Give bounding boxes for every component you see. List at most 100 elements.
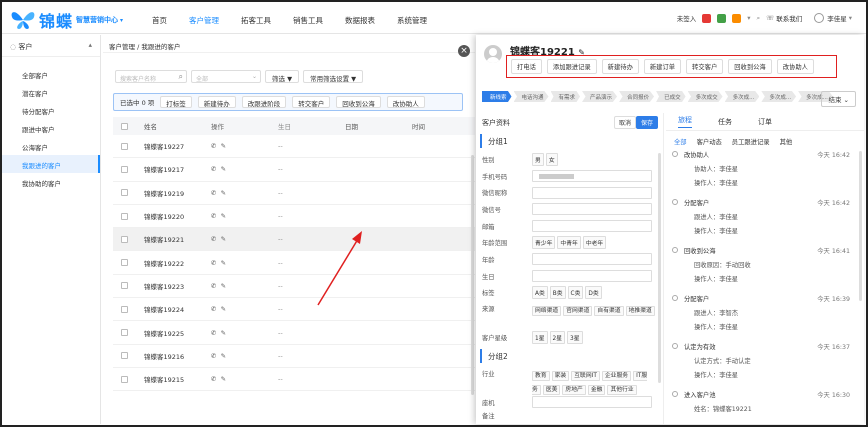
customer-name-cell[interactable]: 锦蝶客19219	[144, 188, 211, 198]
stage-multi-1[interactable]: 多次成交	[687, 91, 723, 102]
edit-note-icon[interactable]: ✎	[221, 259, 226, 267]
table-row[interactable]: 锦蝶客19227 ✆ ✎ --	[113, 135, 475, 159]
industry-education[interactable]: 教育	[532, 370, 550, 381]
sidebar-item-potential[interactable]: 潜在客户	[2, 83, 100, 101]
industry-home[interactable]: 家装	[551, 370, 570, 381]
customer-name-cell[interactable]: 锦蝶客19216	[144, 351, 211, 361]
sidebar-item-my-assisting[interactable]: 我协助的客户	[2, 173, 100, 191]
user-dropdown-icon[interactable]: ▾	[849, 14, 852, 22]
row-checkbox[interactable]	[121, 352, 128, 360]
nav-customer-mgmt[interactable]: 客户管理	[189, 15, 219, 26]
app-icon-orange[interactable]	[732, 13, 742, 23]
nav-reports[interactable]: 数据报表	[345, 15, 375, 26]
search-icon[interactable]: ⌕	[756, 14, 760, 23]
source-ground[interactable]: 地推渠道	[625, 306, 655, 317]
save-button[interactable]: 保存	[636, 116, 659, 129]
stage-quote[interactable]: 合同报价	[619, 91, 655, 102]
stage-multi-3[interactable]: 多次成...	[761, 91, 797, 102]
phone-icon[interactable]: ✆	[211, 235, 216, 243]
email-input[interactable]	[532, 220, 652, 233]
edit-note-icon[interactable]: ✎	[221, 235, 226, 243]
search-input[interactable]: 搜索客户名称 ⌕	[115, 70, 187, 83]
cancel-button[interactable]: 取消	[614, 116, 637, 129]
industry-enterprise[interactable]: 企业服务	[601, 370, 632, 381]
edit-note-icon[interactable]: ✎	[221, 352, 226, 360]
sidebar-item-to-assign[interactable]: 待分配客户	[2, 101, 100, 119]
recycle-to-pool-button[interactable]: 回收到公海	[728, 59, 772, 74]
landline-input[interactable]	[532, 396, 652, 409]
nav-sales-tools[interactable]: 销售工具	[293, 15, 323, 26]
phone-icon[interactable]: ✆	[211, 212, 216, 220]
sidebar-item-following[interactable]: 跟进中客户	[2, 119, 100, 137]
subtab-all[interactable]: 全部	[674, 137, 687, 146]
wechat-nick-input[interactable]	[532, 186, 652, 199]
row-checkbox[interactable]	[121, 305, 128, 313]
row-checkbox[interactable]	[121, 235, 128, 243]
gender-female[interactable]: 女	[545, 152, 558, 166]
industry-internet[interactable]: 互联网IT	[571, 370, 600, 381]
close-icon[interactable]: ×	[458, 45, 470, 57]
col-time[interactable]: 时间	[412, 121, 462, 131]
col-date[interactable]: 日期	[345, 121, 412, 131]
star-1[interactable]: 1星	[532, 331, 548, 345]
contact-us-link[interactable]: 联系我们	[776, 13, 802, 23]
end-stage-button[interactable]: 结束 ⌄	[821, 91, 856, 107]
tab-tasks[interactable]: 任务	[718, 117, 732, 127]
bulk-recycle-button[interactable]: 回收到公海	[336, 96, 381, 108]
table-row[interactable]: 锦蝶客19225 ✆ ✎ --	[113, 321, 475, 345]
sidebar-item-my-following[interactable]: 我跟进的客户	[2, 155, 100, 173]
row-checkbox[interactable]	[121, 165, 128, 173]
star-2[interactable]: 2星	[549, 331, 565, 345]
source-network[interactable]: 网络渠道	[532, 306, 562, 317]
industry-finance[interactable]: 金融	[587, 384, 606, 395]
age-middle[interactable]: 中青年	[557, 236, 581, 250]
customer-name-cell[interactable]: 锦蝶客19217	[144, 164, 211, 174]
bulk-new-todo-button[interactable]: 新建待办	[197, 96, 236, 108]
bulk-tag-button[interactable]: 打标签	[160, 96, 192, 108]
phone-icon[interactable]: ✆	[211, 142, 216, 150]
row-checkbox[interactable]	[121, 142, 128, 150]
table-row[interactable]: 锦蝶客19217 ✆ ✎ --	[113, 158, 475, 182]
customer-name-cell[interactable]: 锦蝶客19220	[144, 211, 211, 221]
subtab-customer-activity[interactable]: 客户动态	[697, 137, 722, 146]
phone-icon[interactable]: ✆	[211, 352, 216, 360]
tag-a[interactable]: A类	[532, 286, 548, 300]
stage-multi-2[interactable]: 多次成...	[724, 91, 760, 102]
nav-home[interactable]: 首页	[152, 15, 167, 26]
star-3[interactable]: 3星	[567, 331, 583, 345]
industry-realestate[interactable]: 房地产	[562, 384, 586, 395]
wechat-id-input[interactable]	[532, 203, 652, 216]
form-scrollbar[interactable]	[658, 153, 661, 383]
subtab-other[interactable]: 其他	[780, 137, 793, 146]
phone-icon[interactable]: ✆	[211, 329, 216, 337]
row-checkbox[interactable]	[121, 375, 128, 383]
logo-dropdown-icon[interactable]: ▾	[120, 17, 123, 24]
app-logo[interactable]: 锦蝶 智慧营销中心 ▾	[10, 8, 123, 32]
new-todo-button[interactable]: 新建待办	[601, 59, 639, 74]
edit-note-icon[interactable]: ✎	[221, 305, 226, 313]
sidebar-item-public-pool[interactable]: 公海客户	[2, 137, 100, 155]
stage-need[interactable]: 有需求	[550, 91, 581, 102]
bulk-change-assistant-button[interactable]: 改协助人	[386, 96, 425, 108]
stage-closed[interactable]: 已成交	[656, 91, 686, 102]
table-row[interactable]: 锦蝶客19215 ✆ ✎ --	[113, 368, 475, 392]
table-row[interactable]: 锦蝶客19224 ✆ ✎ --	[113, 298, 475, 322]
customer-name-cell[interactable]: 锦蝶客19227	[144, 141, 211, 151]
list-scrollbar[interactable]	[471, 155, 474, 395]
stage-phone[interactable]: 电话沟通	[513, 91, 549, 102]
tag-c[interactable]: C类	[567, 286, 584, 300]
stage-demo[interactable]: 产品演示	[582, 91, 618, 102]
checkin-status[interactable]: 未签入	[677, 13, 697, 23]
search-icon[interactable]: ⌕	[179, 72, 183, 82]
table-row[interactable]: 锦蝶客19223 ✆ ✎ --	[113, 275, 475, 299]
new-order-button[interactable]: 新建订单	[643, 59, 682, 74]
stage-new-lead[interactable]: 新线索	[482, 91, 512, 102]
table-row[interactable]: 锦蝶客19216 ✆ ✎ --	[113, 345, 475, 368]
nav-system-mgmt[interactable]: 系统管理	[397, 15, 427, 26]
customer-name-cell[interactable]: 锦蝶客19224	[144, 304, 211, 314]
row-checkbox[interactable]	[121, 259, 128, 267]
edit-note-icon[interactable]: ✎	[221, 282, 226, 290]
select-all-checkbox[interactable]	[121, 122, 128, 130]
phone-icon[interactable]: ✆	[211, 259, 216, 267]
tag-b[interactable]: B类	[549, 286, 566, 300]
